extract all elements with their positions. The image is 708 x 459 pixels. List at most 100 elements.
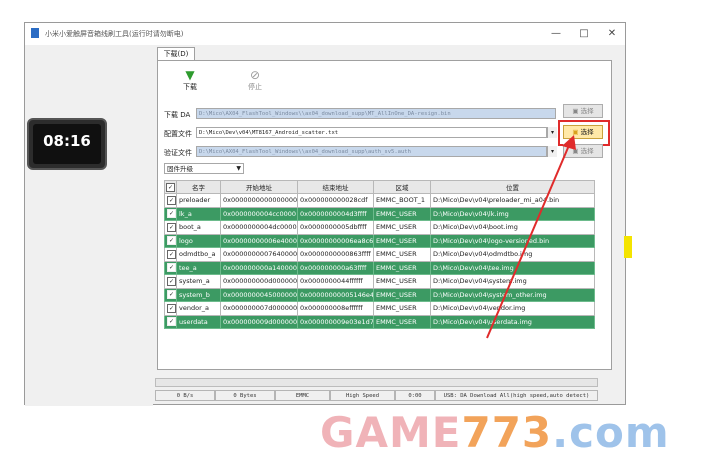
download-tool[interactable]: ▼ 下载 bbox=[175, 68, 205, 92]
device-clock: 08:16 bbox=[43, 132, 91, 150]
download-arrow-icon: ▼ bbox=[185, 68, 195, 82]
table-row[interactable]: ✓ odmdtbo_a 0x0000000007640000 0x0000000… bbox=[164, 247, 595, 262]
table-row[interactable]: ✓ boot_a 0x0000000004dc0000 0x0000000005… bbox=[164, 220, 595, 235]
header-start-address[interactable]: 开始地址 bbox=[220, 180, 298, 194]
row-checkbox[interactable]: ✓ bbox=[167, 276, 176, 286]
header-name[interactable]: 名字 bbox=[176, 180, 221, 194]
download-agent-label: 下载 DA bbox=[164, 111, 191, 119]
select-all-checkbox[interactable]: ✓ bbox=[166, 182, 175, 192]
table-row[interactable]: ✓ userdata 0x000000009d000000 0x00000000… bbox=[164, 314, 595, 329]
stop-tool[interactable]: ⊘ 停止 bbox=[240, 68, 270, 92]
table-header-row: ✓ 名字 开始地址 结束地址 区域 位置 bbox=[164, 180, 595, 194]
header-end-address[interactable]: 结束地址 bbox=[297, 180, 374, 194]
row-checkbox[interactable]: ✓ bbox=[167, 195, 176, 205]
auth-select-label: 选择 bbox=[580, 147, 594, 155]
row-end: 0x0000000000863ffff bbox=[297, 247, 374, 262]
row-name: tee_a bbox=[176, 260, 221, 275]
row-start: 0x00000000006e40000 bbox=[220, 233, 298, 248]
table-row[interactable]: ✓ preloader 0x0000000000000000 0x0000000… bbox=[164, 193, 595, 208]
row-location: D:\Mico\Dev\v04\preloader_mi_a04.bin bbox=[430, 193, 595, 208]
download-agent-path[interactable]: D:\Mico\AX04_FlashTool_Windows\\ax04_dow… bbox=[196, 108, 556, 119]
row-region: EMMC_USER bbox=[373, 274, 431, 289]
row-location: D:\Mico\Dev\v04\logo-versioned.bin bbox=[430, 233, 595, 248]
row-start: 0x0000000000000000 bbox=[220, 193, 298, 208]
folder-icon: ▣ bbox=[572, 147, 579, 155]
row-checkbox[interactable]: ✓ bbox=[167, 222, 176, 232]
table-row[interactable]: ✓ tee_a 0x000000000a140000 0x000000000a6… bbox=[164, 260, 595, 275]
auth-label: 验证文件 bbox=[164, 149, 192, 157]
row-location: D:\Mico\Dev\v04\tee.img bbox=[430, 260, 595, 275]
mode-select[interactable]: 固件升级 ▼ bbox=[164, 163, 244, 174]
row-end: 0x00000000005146e407 bbox=[297, 287, 374, 302]
partition-table: ✓ 名字 开始地址 结束地址 区域 位置 ✓ preloader 0x00000… bbox=[164, 180, 595, 329]
scatter-dropdown-icon[interactable]: ▾ bbox=[547, 127, 557, 138]
maximize-button[interactable]: □ bbox=[573, 26, 595, 42]
row-region: EMMC_USER bbox=[373, 301, 431, 316]
auth-select-button[interactable]: ▣ 选择 bbox=[563, 144, 603, 158]
device-panel bbox=[25, 45, 153, 406]
row-name: system_a bbox=[176, 274, 221, 289]
table-row[interactable]: ✓ vendor_a 0x000000007d000000 0x00000000… bbox=[164, 301, 595, 316]
row-start: 0x000000000a140000 bbox=[220, 260, 298, 275]
window-title: 小米小爱触屏音箱线刷工具(运行时请勿断电) bbox=[45, 30, 184, 38]
header-region[interactable]: 区域 bbox=[373, 180, 431, 194]
row-checkbox[interactable]: ✓ bbox=[167, 249, 176, 259]
auth-path[interactable]: D:\Mico\AX04_FlashTool_Windows\\ax04_dow… bbox=[196, 146, 547, 157]
row-name: preloader bbox=[176, 193, 221, 208]
auth-dropdown-icon[interactable]: ▾ bbox=[547, 146, 557, 157]
header-checkbox-cell[interactable]: ✓ bbox=[164, 180, 177, 194]
scatter-path[interactable]: D:\Mico\Dev\v04\MT8167_Android_scatter.t… bbox=[196, 127, 547, 138]
row-start: 0x0000000007640000 bbox=[220, 247, 298, 262]
status-bar: 0 B/s 0 Bytes EMMC High Speed 0:00 USB: … bbox=[155, 388, 598, 401]
row-location: D:\Mico\Dev\v04\userdata.img bbox=[430, 314, 595, 329]
table-row[interactable]: ✓ lk_a 0x0000000004cc0000 0x0000000004d3… bbox=[164, 206, 595, 221]
close-button[interactable]: ✕ bbox=[601, 26, 623, 42]
row-start: 0x000000000d000000 bbox=[220, 274, 298, 289]
row-end: 0x00000000006ea8c6f bbox=[297, 233, 374, 248]
download-agent-select-button[interactable]: ▣ 选择 bbox=[563, 104, 603, 118]
row-checkbox[interactable]: ✓ bbox=[167, 317, 176, 327]
scatter-label: 配置文件 bbox=[164, 130, 192, 138]
row-end: 0x0000000005dbffff bbox=[297, 220, 374, 235]
mode-select-value: 固件升级 bbox=[167, 165, 193, 173]
tab-download[interactable]: 下载(D) bbox=[157, 47, 195, 60]
row-end: 0x000000000a63ffff bbox=[297, 260, 374, 275]
row-location: D:\Mico\Dev\v04\system_other.img bbox=[430, 287, 595, 302]
stop-label: 停止 bbox=[248, 83, 262, 91]
row-region: EMMC_USER bbox=[373, 233, 431, 248]
row-end: 0x000000009e03e1d7 bbox=[297, 314, 374, 329]
status-time: 0:00 bbox=[395, 390, 435, 401]
row-end: 0x000000008effffff bbox=[297, 301, 374, 316]
status-message: USB: DA Download All(high speed,auto det… bbox=[435, 390, 598, 401]
row-region: EMMC_USER bbox=[373, 260, 431, 275]
minimize-button[interactable]: — bbox=[545, 26, 567, 42]
row-start: 0x000000009d000000 bbox=[220, 314, 298, 329]
watermark-part-2: 773 bbox=[461, 408, 553, 457]
title-bar: 小米小爱触屏音箱线刷工具(运行时请勿断电) — □ ✕ bbox=[25, 23, 625, 45]
row-checkbox[interactable]: ✓ bbox=[167, 236, 176, 246]
status-usb-speed: High Speed bbox=[330, 390, 395, 401]
table-row[interactable]: ✓ system_a 0x000000000d000000 0x00000000… bbox=[164, 274, 595, 289]
download-label: 下载 bbox=[183, 83, 197, 91]
row-checkbox[interactable]: ✓ bbox=[167, 290, 176, 300]
row-location: D:\Mico\Dev\v04\odmdtbo.img bbox=[430, 247, 595, 262]
row-name: logo bbox=[176, 233, 221, 248]
header-location[interactable]: 位置 bbox=[430, 180, 595, 194]
row-start: 0x0000000004dc0000 bbox=[220, 220, 298, 235]
row-checkbox[interactable]: ✓ bbox=[167, 303, 176, 313]
row-checkbox[interactable]: ✓ bbox=[167, 263, 176, 273]
site-watermark: GAME773.com bbox=[320, 408, 670, 457]
folder-icon: ▣ bbox=[572, 107, 579, 115]
table-row[interactable]: ✓ system_b 0x0000000045000000 0x00000000… bbox=[164, 287, 595, 302]
device-image: 08:16 bbox=[27, 118, 107, 170]
app-icon bbox=[31, 28, 39, 38]
row-location: D:\Mico\Dev\v04\lk.img bbox=[430, 206, 595, 221]
table-row[interactable]: ✓ logo 0x00000000006e40000 0x00000000006… bbox=[164, 233, 595, 248]
status-bytes: 0 Bytes bbox=[215, 390, 275, 401]
status-speed: 0 B/s bbox=[155, 390, 215, 401]
watermark-part-3: .com bbox=[552, 408, 670, 457]
row-checkbox[interactable]: ✓ bbox=[167, 209, 176, 219]
row-region: EMMC_USER bbox=[373, 287, 431, 302]
mode-select-arrow-icon: ▼ bbox=[236, 165, 241, 172]
row-location: D:\Mico\Dev\v04\system.img bbox=[430, 274, 595, 289]
